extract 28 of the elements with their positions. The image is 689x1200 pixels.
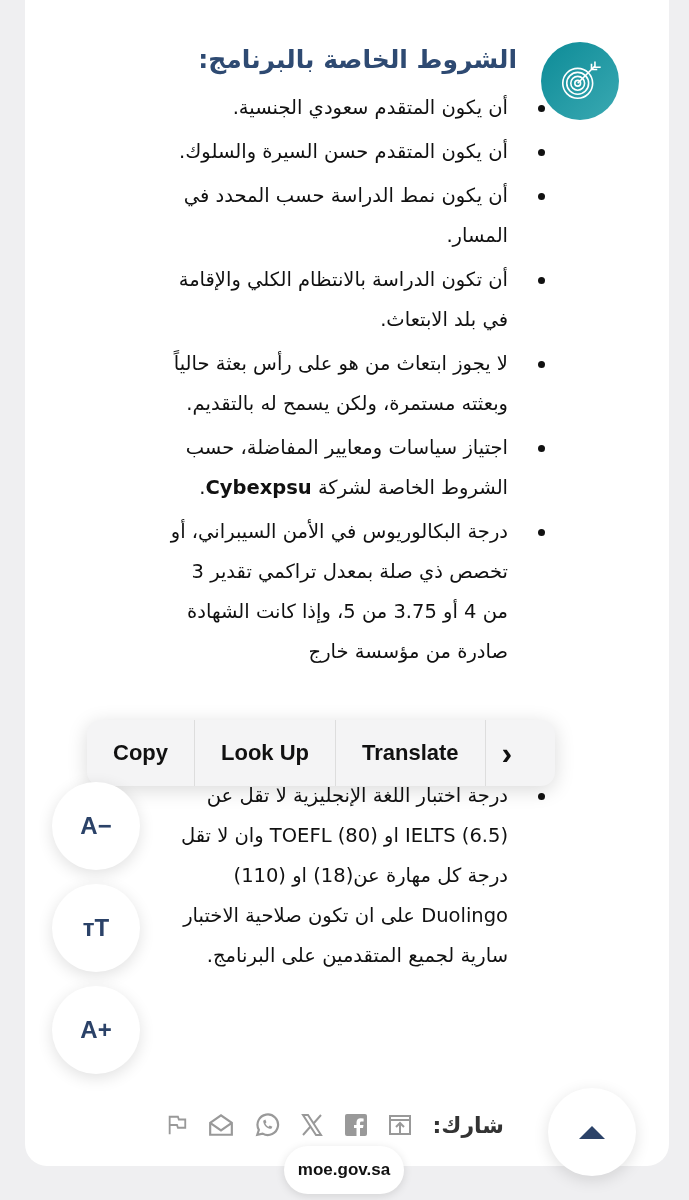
- share-label: شارك:: [432, 1112, 504, 1138]
- list-item-text: أن يكون نمط الدراسة حسب المحدد في المسار.: [182, 182, 508, 249]
- whatsapp-icon[interactable]: [254, 1112, 281, 1138]
- facebook-icon[interactable]: [344, 1113, 369, 1137]
- translate-menu-item[interactable]: Translate: [336, 720, 486, 786]
- flag-icon[interactable]: [166, 1114, 189, 1136]
- bullet-icon: [538, 149, 545, 156]
- bullet-icon: [538, 105, 545, 112]
- share-icon[interactable]: [388, 1113, 413, 1137]
- bullet-icon: [538, 277, 545, 284]
- up-triangle-icon: [578, 1124, 606, 1140]
- list-item-text: أن يكون المتقدم حسن السيرة والسلوك.: [179, 138, 508, 165]
- bullet-icon: [538, 445, 545, 452]
- bullet-icon: [538, 193, 545, 200]
- list-item-text: درجة اختبار اللغة الإنجليزية لا تقل عن (6.5) IELTS او (80) TOEFL وان لا تقل درجة كل مهارة عن(18) او (110) Duolingo على ان تكون صلاحية الاختبار سارية لجميع المتقدمين على البرنامج.: [179, 783, 508, 969]
- list-item-text: أن تكون الدراسة بالانتظام الكلي والإقامة في بلد الابتعاث.: [177, 266, 508, 333]
- more-button[interactable]: ›: [485, 720, 529, 786]
- bullet-icon: [538, 793, 545, 800]
- x-icon[interactable]: [300, 1113, 325, 1137]
- look-up-menu-item[interactable]: Look Up: [195, 720, 336, 786]
- list-item-text: درجة البكالوريوس في الأمن السيبراني، أو تخصص ذي صلة بمعدل تراكمي تقدير 3 من 4 أو 3.75 من 5، وإذا كانت الشهادة صادرة من مؤسسة خارج: [169, 518, 508, 665]
- list-item-text: لا يجوز ابتعاث من هو على رأس بعثة حالياً وبعثته مستمرة، ولكن يسمح له بالتقديم.: [172, 349, 508, 417]
- list-item-text: أن يكون المتقدم سعودي الجنسية.: [232, 94, 508, 121]
- bullet-icon: [538, 361, 545, 368]
- url-pill[interactable]: moe.gov.sa: [284, 1146, 404, 1194]
- section-title: الشروط الخاصة بالبرنامج:: [197, 44, 517, 77]
- envelope-icon[interactable]: [208, 1112, 235, 1138]
- bullet-icon: [538, 529, 545, 536]
